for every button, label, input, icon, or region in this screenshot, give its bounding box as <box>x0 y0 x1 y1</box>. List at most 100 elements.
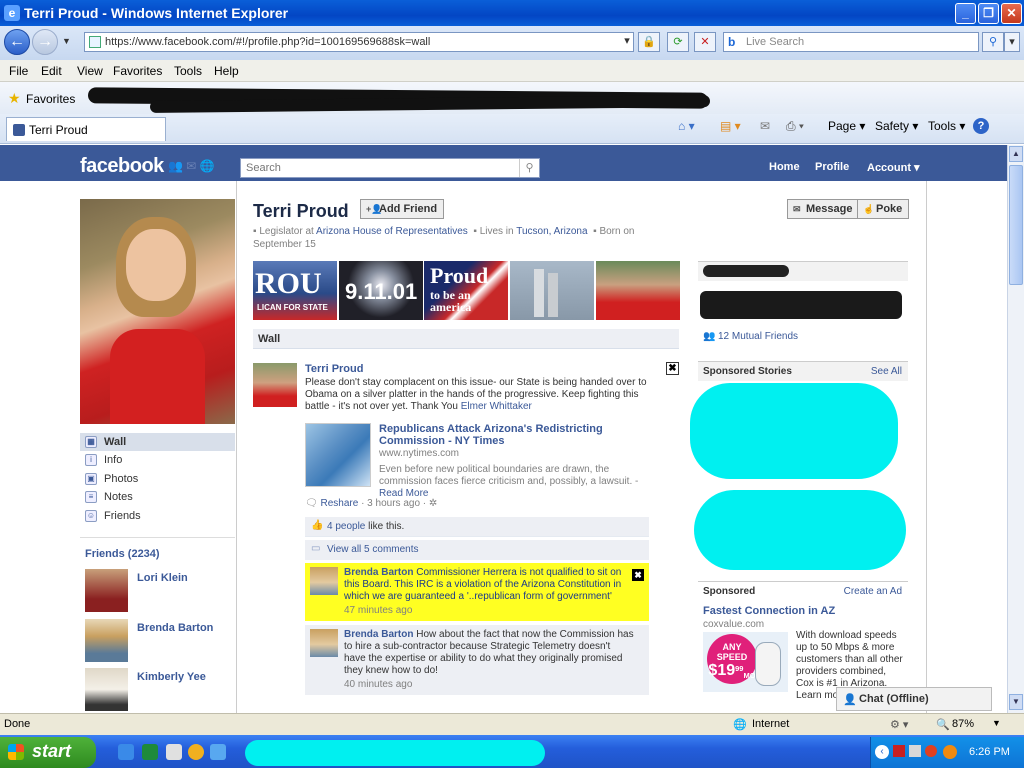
photo-strip-item[interactable]: Proud to be an america <box>424 261 508 320</box>
favorites-star-icon[interactable]: ★ <box>8 90 21 107</box>
start-button[interactable]: start <box>0 737 96 768</box>
scroll-down-icon[interactable]: ▼ <box>1009 694 1023 710</box>
left-nav-notes[interactable]: ≡ Notes <box>80 488 235 506</box>
left-nav-info[interactable]: i Info <box>80 451 235 469</box>
view-all-label[interactable]: View all 5 comments <box>327 544 419 555</box>
search-options-icon[interactable]: ▾ <box>1004 32 1020 52</box>
post-mention[interactable]: Elmer Whittaker <box>461 401 532 412</box>
friend-avatar[interactable] <box>85 569 128 612</box>
photo-strip-item[interactable] <box>596 261 680 320</box>
home-icon[interactable]: ⌂ ▾ <box>678 119 695 133</box>
menu-favorites[interactable]: Favorites <box>113 64 162 78</box>
delete-comment-icon[interactable]: ✖ <box>632 569 644 581</box>
comment-avatar[interactable] <box>310 629 338 657</box>
nav-account[interactable]: Account ▾ <box>867 161 920 174</box>
print-icon[interactable]: ⎙ ▾ <box>786 119 804 134</box>
address-bar[interactable]: https://www.facebook.com/#!/profile.php?… <box>84 32 634 52</box>
tray-app-icon[interactable] <box>925 745 937 757</box>
ie-quicklaunch-icon[interactable] <box>118 744 134 760</box>
page-menu[interactable]: Page ▾ <box>828 119 865 133</box>
friend-name[interactable]: Brenda Barton <box>137 622 213 634</box>
zoom-level[interactable]: 87% <box>952 718 974 730</box>
mutual-friends-link[interactable]: 👥 12 Mutual Friends <box>703 331 798 342</box>
clock[interactable]: 6:26 PM <box>969 746 1010 758</box>
friend-name[interactable]: Lori Klein <box>137 572 188 584</box>
lock-icon[interactable]: 🔒 <box>638 32 660 52</box>
tab-terri-proud[interactable]: Terri Proud <box>6 117 166 141</box>
message-button[interactable]: ✉ Message <box>787 199 860 219</box>
mutual-friends-label[interactable]: 12 Mutual Friends <box>718 331 798 342</box>
add-friend-button[interactable]: +👤 Add Friend <box>360 199 445 219</box>
zoom-dropdown-icon[interactable]: ▼ <box>992 718 1001 728</box>
media-quicklaunch-icon[interactable] <box>188 744 204 760</box>
ad-title[interactable]: Fastest Connection in AZ <box>703 605 835 617</box>
settings-gear-icon[interactable]: ✲ <box>429 498 437 509</box>
menu-edit[interactable]: Edit <box>41 64 62 78</box>
create-ad-link[interactable]: Create an Ad <box>844 586 902 597</box>
url-dropdown-icon[interactable]: ▾ <box>616 32 638 52</box>
friend-avatar[interactable] <box>85 668 128 711</box>
scroll-up-icon[interactable]: ▲ <box>1009 146 1023 162</box>
remove-post-icon[interactable]: ✖ <box>666 362 679 375</box>
comment-author[interactable]: Brenda Barton <box>344 629 413 640</box>
see-all-link[interactable]: See All <box>871 366 902 377</box>
zoom-icon[interactable]: 🔍 <box>936 718 950 731</box>
tools-menu[interactable]: Tools ▾ <box>928 119 965 133</box>
safety-menu[interactable]: Safety ▾ <box>875 119 918 133</box>
menu-view[interactable]: View <box>77 64 103 78</box>
photo-strip-item[interactable]: 9.11.01 <box>339 261 423 320</box>
history-dropdown-icon[interactable]: ▼ <box>62 36 71 46</box>
likes-count-link[interactable]: 4 people <box>327 521 365 532</box>
feeds-icon[interactable]: ▤ ▾ <box>720 119 741 133</box>
menu-file[interactable]: File <box>9 64 28 78</box>
nav-home[interactable]: Home <box>769 161 800 173</box>
friend-item[interactable]: Brenda Barton <box>85 619 235 663</box>
help-icon[interactable]: ? <box>973 118 989 134</box>
view-all-comments[interactable]: ▭ View all 5 comments <box>305 540 649 560</box>
friends-header[interactable]: Friends (2234) <box>85 548 160 560</box>
word-quicklaunch-icon[interactable] <box>166 744 182 760</box>
vertical-scrollbar[interactable]: ▲ ▼ <box>1007 145 1024 713</box>
minimize-button[interactable]: _ <box>955 3 976 24</box>
reshare-link[interactable]: Reshare <box>320 498 358 509</box>
comment-time[interactable]: 40 minutes ago <box>344 679 634 691</box>
post-author-avatar[interactable] <box>253 363 297 407</box>
poke-button[interactable]: ☝ Poke <box>857 199 910 219</box>
friend-name[interactable]: Kimberly Yee <box>137 671 206 683</box>
friend-avatar[interactable] <box>85 619 128 662</box>
left-nav-friends[interactable]: ☺ Friends <box>80 507 235 525</box>
tray-app-icon[interactable] <box>909 745 921 757</box>
left-nav-wall[interactable]: ▦ Wall <box>80 433 235 451</box>
favorites-button[interactable]: Favorites <box>26 92 75 106</box>
link-thumbnail-map[interactable] <box>305 423 371 487</box>
link-title[interactable]: Republicans Attack Arizona's Redistricti… <box>379 423 649 447</box>
search-icon[interactable]: ⚲ <box>519 159 539 177</box>
tray-app-icon[interactable] <box>943 745 957 759</box>
photo-strip-item[interactable] <box>510 261 594 320</box>
live-search-input[interactable]: b Live Search <box>723 32 979 52</box>
maximize-button[interactable]: ❐ <box>978 3 999 24</box>
excel-quicklaunch-icon[interactable] <box>142 744 158 760</box>
explorer-quicklaunch-icon[interactable] <box>210 744 226 760</box>
mail-icon[interactable]: ✉ <box>760 119 770 133</box>
menu-tools[interactable]: Tools <box>174 64 202 78</box>
tray-expand-icon[interactable]: ‹ <box>875 745 889 759</box>
close-button[interactable]: ✕ <box>1001 3 1022 24</box>
lives-link[interactable]: Tucson, Arizona <box>516 226 587 237</box>
forward-button[interactable]: → <box>32 29 58 55</box>
comment-avatar[interactable] <box>310 567 338 595</box>
chat-bar[interactable]: 👤 Chat (Offline) <box>836 687 992 711</box>
refresh-icon[interactable]: ⟳ <box>667 32 689 52</box>
comment-time[interactable]: 47 minutes ago <box>344 605 634 617</box>
protected-mode-icon[interactable]: ⚙ ▾ <box>890 718 908 731</box>
ad-image[interactable]: ANY SPEED $1999MO <box>703 632 788 692</box>
job-link[interactable]: Arizona House of Representatives <box>316 226 468 237</box>
left-nav-photos[interactable]: ▣ Photos <box>80 470 235 488</box>
menu-help[interactable]: Help <box>214 64 239 78</box>
comment-author[interactable]: Brenda Barton <box>344 567 413 578</box>
profile-picture[interactable] <box>80 199 235 424</box>
tray-app-icon[interactable] <box>893 745 905 757</box>
back-button[interactable]: ← <box>4 29 30 55</box>
post-author-name[interactable]: Terri Proud <box>305 363 363 375</box>
scroll-thumb[interactable] <box>1009 165 1023 285</box>
